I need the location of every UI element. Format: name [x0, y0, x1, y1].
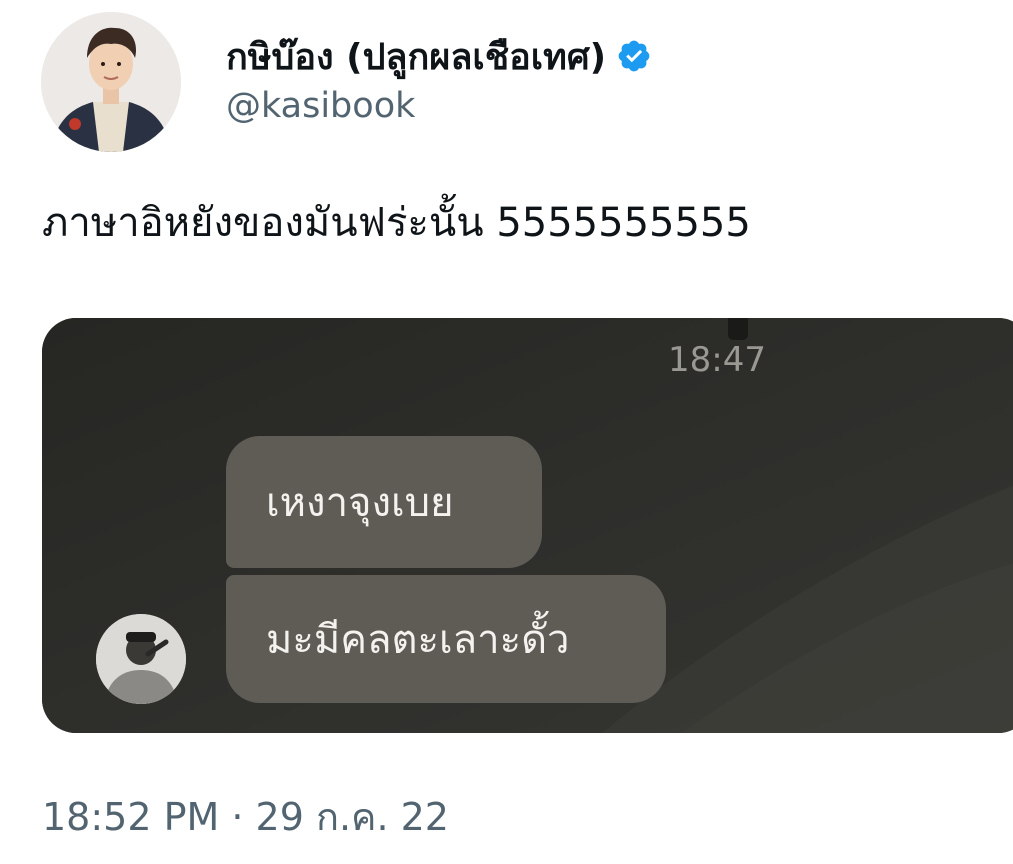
author-display-name[interactable]: กษิบ๊อง (ปลูกผลเชือเทศ) [226, 28, 606, 85]
top-edge-mark [728, 318, 748, 340]
chat-bubble: เหงาจุงเบย [226, 436, 542, 568]
author-avatar[interactable] [41, 12, 181, 152]
verified-badge-icon [616, 38, 652, 74]
author-handle[interactable]: @kasibook [226, 86, 415, 126]
tweet-media-image[interactable]: 18:47 เหงาจุงเบย มะมีคลตะเลาะดั้ว [42, 318, 1013, 733]
chat-time: 18:47 [668, 340, 766, 380]
chat-avatar-icon [96, 614, 186, 704]
profile-photo-icon [41, 12, 181, 152]
author-name-row: กษิบ๊อง (ปลูกผลเชือเทศ) [226, 32, 652, 80]
tweet-text: ภาษาอิหยังของมันฟร่ะนั้น 5555555555 [42, 200, 751, 246]
chat-bubble: มะมีคลตะเลาะดั้ว [226, 575, 666, 703]
tweet-timestamp[interactable]: 18:52 PM · 29 ก.ค. 22 [42, 786, 449, 847]
